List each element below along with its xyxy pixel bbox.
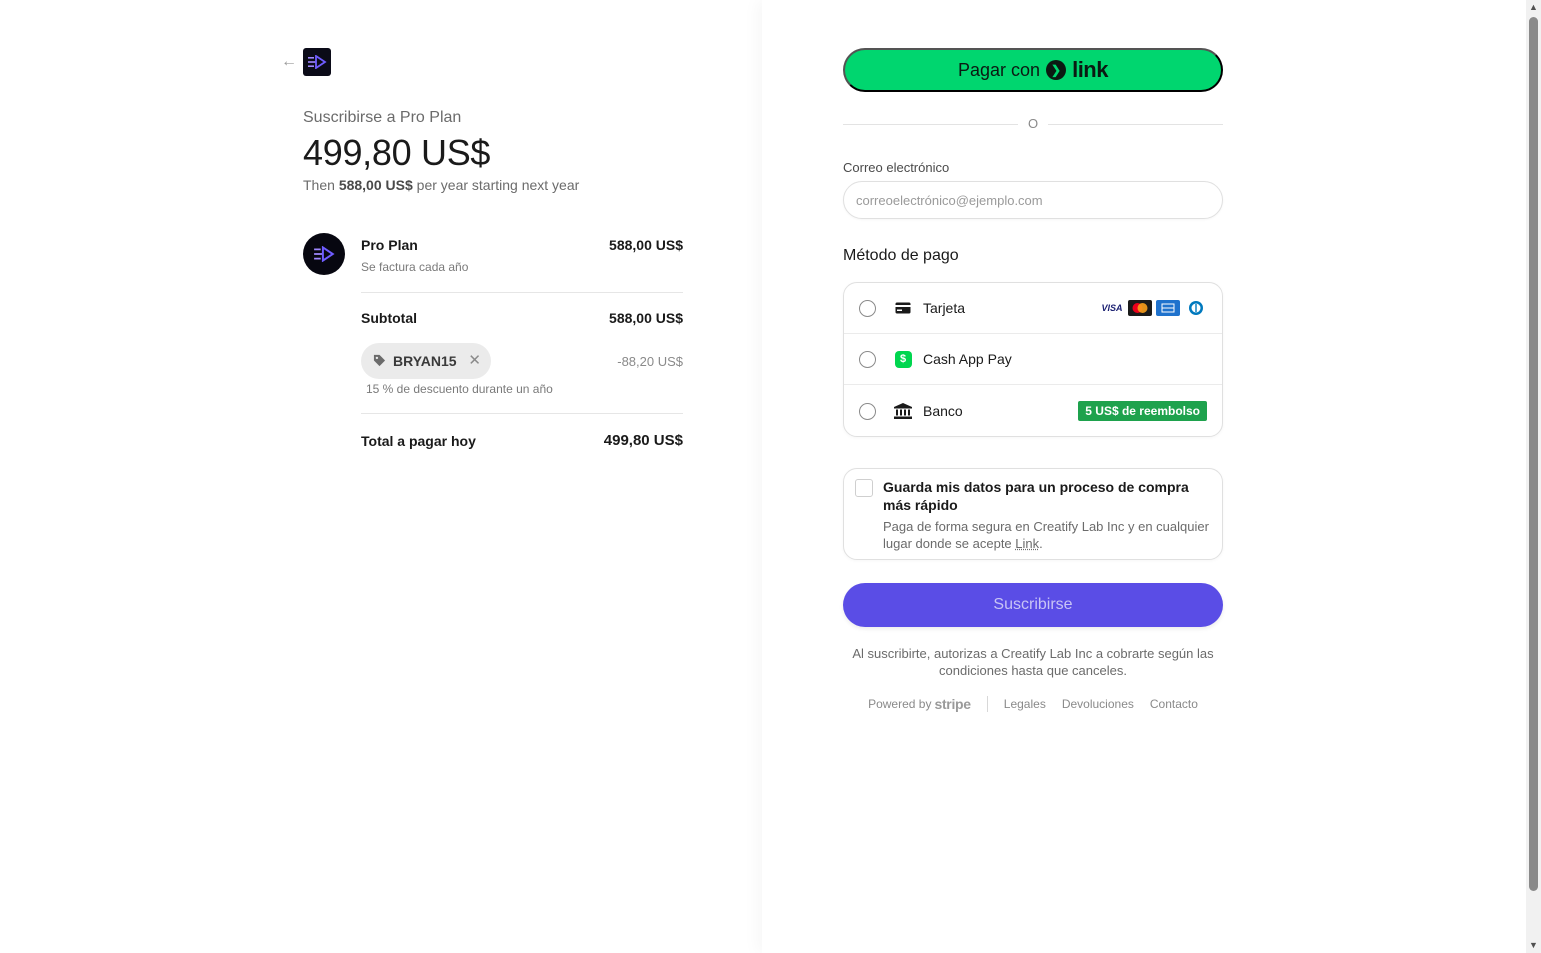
payment-methods-list: Tarjeta VISA $ Cash App Pay Banco 5 US$ … (843, 282, 1223, 437)
authorization-text: Al suscribirte, autorizas a Creatify Lab… (852, 646, 1214, 678)
scroll-up-arrow-icon[interactable]: ▲ (1526, 0, 1541, 15)
subscribe-title: Suscribirse a Pro Plan (303, 109, 462, 126)
subscribe-button[interactable]: Suscribirse (843, 583, 1223, 627)
footer-separator (986, 696, 988, 712)
cash-app-radio[interactable] (859, 350, 876, 368)
remove-promo-close-icon[interactable]: ✕ (468, 352, 481, 370)
email-label: Correo electrónico (843, 160, 950, 175)
footer: Powered by stripe Legales Devoluciones C… (843, 696, 1223, 712)
renewal-note: Then 588,00 US$ per year starting next y… (303, 177, 579, 193)
payment-method-title: Método de pago (843, 247, 959, 264)
powered-by-label: Powered by (868, 697, 932, 711)
promo-discount-amount: -88,20 US$ (617, 354, 683, 369)
link-chevron-icon: ❯ (1046, 60, 1067, 80)
subtotal-label: Subtotal (361, 310, 417, 326)
brand-logo (303, 48, 331, 76)
bank-radio[interactable] (859, 402, 876, 420)
scroll-down-arrow-icon[interactable]: ▼ (1526, 938, 1541, 953)
link-brand-text: link (1072, 57, 1108, 82)
total-due-label: Total a pagar hoy (361, 433, 476, 449)
renewal-amount: 588,00 US$ (338, 177, 413, 193)
cash-app-icon: $ (894, 350, 912, 368)
footer-link-refunds[interactable]: Devoluciones (1062, 697, 1134, 711)
divider (361, 413, 683, 414)
mastercard-icon (1128, 300, 1152, 316)
divider-left (843, 124, 1018, 125)
card-label: Tarjeta (923, 300, 966, 316)
or-separator: O (1027, 116, 1039, 131)
pay-with-link-label: Pagar con (958, 59, 1041, 80)
cashback-badge: 5 US$ de reembolso (1078, 401, 1207, 421)
product-price: 588,00 US$ (609, 237, 683, 253)
pay-with-link-button[interactable]: Pagar con ❯ link (843, 48, 1223, 92)
cash-app-label: Cash App Pay (923, 351, 1012, 367)
visa-icon: VISA (1100, 300, 1124, 316)
promo-description: 15 % de descuento durante un año (366, 382, 553, 396)
renewal-suffix: per year starting next year (412, 177, 580, 193)
promo-code: BRYAN15 (393, 353, 457, 369)
product-billing-interval: Se factura cada año (361, 260, 469, 274)
card-radio[interactable] (859, 299, 876, 317)
email-input[interactable] (843, 181, 1223, 219)
save-info-box: Guarda mis datos para un proceso de comp… (843, 468, 1223, 560)
divider (361, 292, 683, 293)
save-info-title: Guarda mis datos para un proceso de comp… (883, 479, 1189, 513)
save-info-description: Paga de forma segura en Creatify Lab Inc… (883, 518, 1213, 552)
footer-link-legal[interactable]: Legales (1004, 697, 1046, 711)
product-name: Pro Plan (361, 237, 418, 253)
product-avatar (303, 233, 345, 275)
scrollbar-thumb[interactable] (1529, 17, 1538, 891)
footer-link-contact[interactable]: Contacto (1150, 697, 1198, 711)
save-desc-text: Paga de forma segura en Creatify Lab Inc… (883, 519, 1209, 551)
card-brands: VISA (1100, 300, 1208, 316)
product-logo-icon (314, 246, 335, 262)
bank-icon (894, 402, 912, 420)
payment-method-cash-app[interactable]: $ Cash App Pay (844, 334, 1222, 385)
tag-icon (373, 354, 387, 368)
total-price-heading: 499,80 US$ (303, 132, 491, 173)
stripe-logo: stripe (934, 696, 971, 712)
payment-method-bank[interactable]: Banco 5 US$ de reembolso (844, 385, 1222, 436)
payment-method-card[interactable]: Tarjeta VISA (844, 283, 1222, 334)
divider-right (1048, 124, 1223, 125)
bank-label: Banco (923, 403, 963, 419)
total-due-value: 499,80 US$ (603, 432, 683, 449)
back-arrow-icon[interactable]: ← (281, 53, 297, 71)
renewal-prefix: Then (303, 177, 339, 193)
scrollbar[interactable]: ▲ ▼ (1526, 0, 1541, 953)
card-icon (894, 299, 912, 317)
promo-code-chip: BRYAN15 ✕ (361, 343, 491, 379)
brand-logo-icon (308, 55, 327, 69)
save-desc-end: . (1039, 536, 1043, 551)
subtotal-value: 588,00 US$ (609, 310, 683, 326)
save-info-checkbox[interactable] (855, 479, 873, 497)
link-info-link[interactable]: Link (1015, 536, 1039, 551)
amex-icon (1156, 300, 1180, 316)
order-summary-pane: ← Suscribirse a Pro Plan 499,80 US$ Then… (0, 0, 762, 953)
powered-by-stripe[interactable]: Powered by stripe (868, 696, 971, 712)
diners-club-icon (1184, 300, 1208, 316)
